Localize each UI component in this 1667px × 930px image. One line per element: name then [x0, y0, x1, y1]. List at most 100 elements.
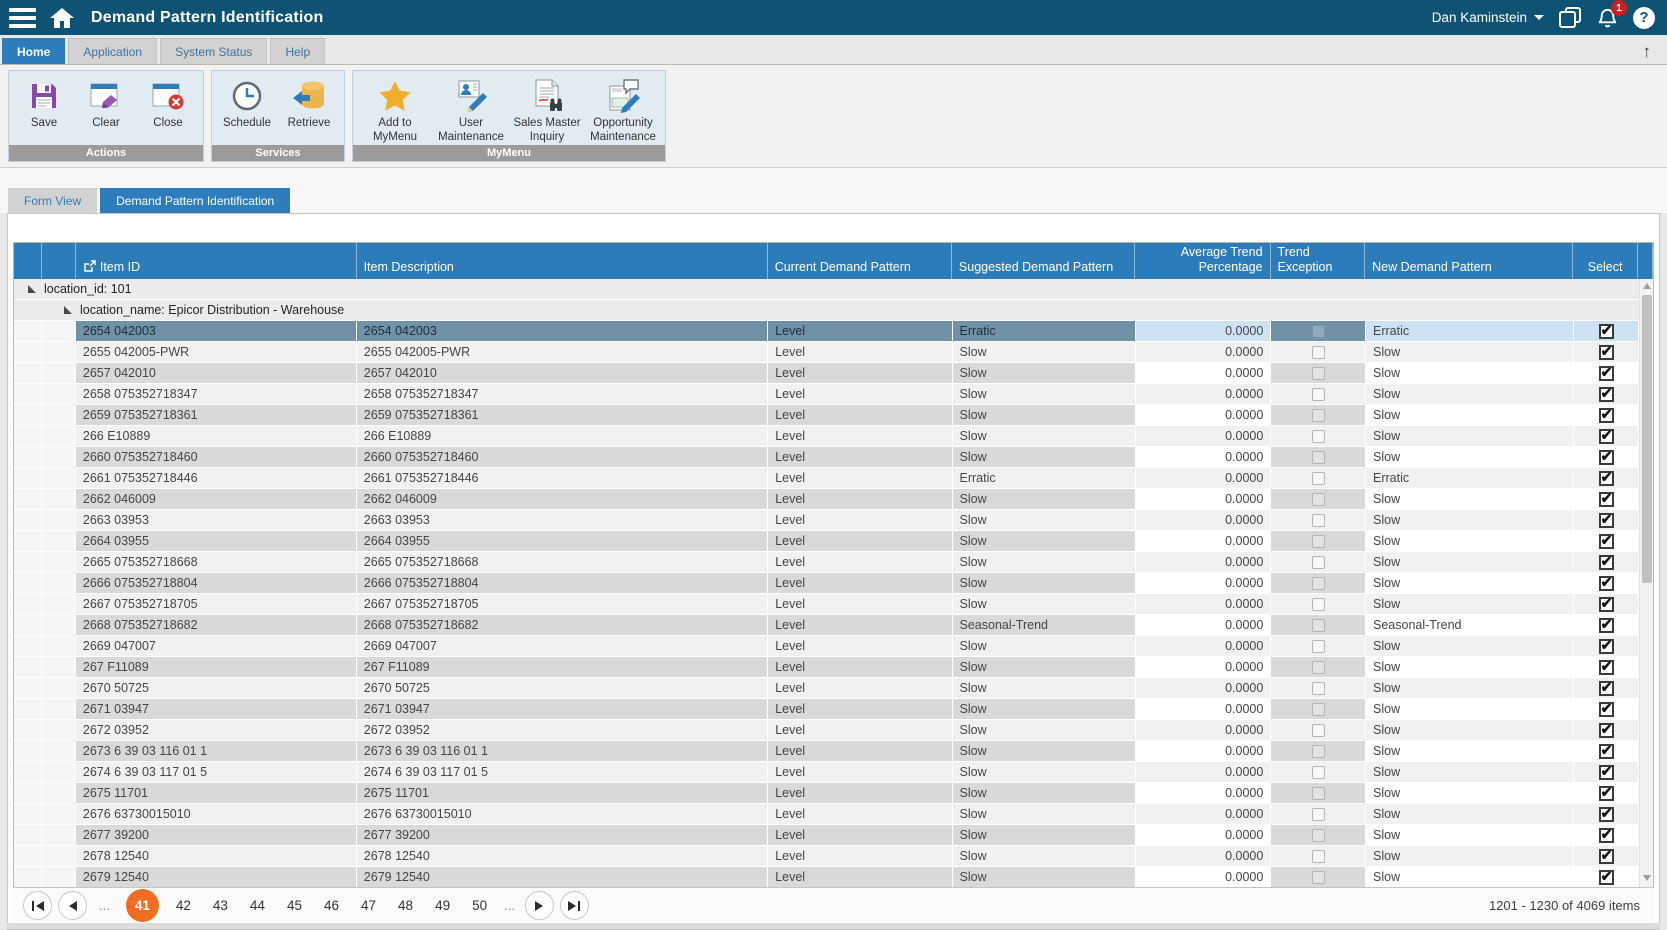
cell-item-id[interactable]: 2666 075352718804 — [76, 573, 357, 593]
cell-item-description[interactable]: 2666 075352718804 — [357, 573, 768, 593]
select-checkbox[interactable] — [1599, 555, 1614, 570]
trend-exception-checkbox[interactable] — [1312, 598, 1325, 611]
cell-new-pattern[interactable]: Slow — [1366, 720, 1574, 740]
cell-suggested-pattern[interactable]: Slow — [953, 636, 1136, 656]
trend-exception-checkbox[interactable] — [1312, 556, 1325, 569]
cell-new-pattern[interactable]: Slow — [1366, 405, 1574, 425]
cell-item-id[interactable]: 2673 6 39 03 116 01 1 — [76, 741, 357, 761]
cell-new-pattern[interactable]: Slow — [1366, 363, 1574, 383]
cell-item-description[interactable]: 2661 075352718446 — [357, 468, 768, 488]
table-row[interactable]: 2668 0753527186822668 075352718682LevelS… — [14, 615, 1653, 636]
tab-help[interactable]: Help — [270, 38, 325, 64]
table-row[interactable]: 2678 125402678 12540LevelSlow0.0000Slow — [14, 846, 1653, 867]
cell-avg-trend[interactable]: 0.0000 — [1136, 510, 1272, 530]
trend-exception-checkbox[interactable] — [1312, 367, 1325, 380]
trend-exception-checkbox[interactable] — [1312, 388, 1325, 401]
cell-current-pattern[interactable]: Level — [768, 804, 952, 824]
table-row[interactable]: 2663 039532663 03953LevelSlow0.0000Slow — [14, 510, 1653, 531]
cell-item-description[interactable]: 2677 39200 — [357, 825, 768, 845]
cell-item-description[interactable]: 2668 075352718682 — [357, 615, 768, 635]
table-row[interactable]: 2661 0753527184462661 075352718446LevelE… — [14, 468, 1653, 489]
page-number-50[interactable]: 50 — [472, 898, 487, 913]
select-checkbox[interactable] — [1599, 492, 1614, 507]
cell-avg-trend[interactable]: 0.0000 — [1136, 678, 1272, 698]
cell-item-description[interactable]: 2672 03952 — [357, 720, 768, 740]
cell-new-pattern[interactable]: Slow — [1366, 531, 1574, 551]
select-checkbox[interactable] — [1599, 639, 1614, 654]
cell-item-id[interactable]: 2662 046009 — [76, 489, 357, 509]
table-row[interactable]: 2672 039522672 03952LevelSlow0.0000Slow — [14, 720, 1653, 741]
table-row[interactable]: 2664 039552664 03955LevelSlow0.0000Slow — [14, 531, 1653, 552]
table-row[interactable]: 2670 507252670 50725LevelSlow0.0000Slow — [14, 678, 1653, 699]
table-row[interactable]: 2662 0460092662 046009LevelSlow0.0000Slo… — [14, 489, 1653, 510]
select-checkbox[interactable] — [1599, 618, 1614, 633]
cell-current-pattern[interactable]: Level — [768, 867, 952, 887]
cell-avg-trend[interactable]: 0.0000 — [1136, 657, 1272, 677]
cell-suggested-pattern[interactable]: Slow — [953, 678, 1136, 698]
trend-exception-checkbox[interactable] — [1312, 514, 1325, 527]
cell-suggested-pattern[interactable]: Slow — [953, 447, 1136, 467]
table-row[interactable]: 2667 0753527187052667 075352718705LevelS… — [14, 594, 1653, 615]
select-checkbox[interactable] — [1599, 744, 1614, 759]
cell-item-id[interactable]: 2659 075352718361 — [76, 405, 357, 425]
cell-avg-trend[interactable]: 0.0000 — [1136, 342, 1272, 362]
cell-new-pattern[interactable]: Erratic — [1366, 468, 1574, 488]
trend-exception-checkbox[interactable] — [1312, 409, 1325, 422]
cell-suggested-pattern[interactable]: Slow — [953, 804, 1136, 824]
cell-new-pattern[interactable]: Slow — [1366, 867, 1574, 887]
cell-avg-trend[interactable]: 0.0000 — [1136, 363, 1272, 383]
column-header-trend-exception[interactable]: Trend Exception — [1271, 243, 1366, 279]
cell-current-pattern[interactable]: Level — [768, 531, 952, 551]
cell-current-pattern[interactable]: Level — [768, 615, 952, 635]
cell-current-pattern[interactable]: Level — [768, 363, 952, 383]
page-number-43[interactable]: 43 — [213, 898, 228, 913]
cell-avg-trend[interactable]: 0.0000 — [1136, 426, 1272, 446]
cell-suggested-pattern[interactable]: Erratic — [953, 321, 1136, 341]
cell-current-pattern[interactable]: Level — [768, 489, 952, 509]
cell-item-description[interactable]: 2675 11701 — [357, 783, 768, 803]
cell-item-id[interactable]: 2661 075352718446 — [76, 468, 357, 488]
select-checkbox[interactable] — [1599, 807, 1614, 822]
view-tab-demand-pattern-identification[interactable]: Demand Pattern Identification — [100, 188, 290, 213]
cell-item-id[interactable]: 2679 12540 — [76, 867, 357, 887]
cell-avg-trend[interactable]: 0.0000 — [1136, 825, 1272, 845]
select-checkbox[interactable] — [1599, 366, 1614, 381]
cell-item-description[interactable]: 2659 075352718361 — [357, 405, 768, 425]
cell-current-pattern[interactable]: Level — [768, 447, 952, 467]
table-row[interactable]: 2658 0753527183472658 075352718347LevelS… — [14, 384, 1653, 405]
cell-item-description[interactable]: 2671 03947 — [357, 699, 768, 719]
tab-home[interactable]: Home — [2, 38, 65, 64]
cell-current-pattern[interactable]: Level — [768, 783, 952, 803]
cell-current-pattern[interactable]: Level — [768, 510, 952, 530]
table-row[interactable]: 2660 0753527184602660 075352718460LevelS… — [14, 447, 1653, 468]
cell-suggested-pattern[interactable]: Slow — [953, 657, 1136, 677]
table-row[interactable]: 2679 125402679 12540LevelSlow0.0000Slow — [14, 867, 1653, 887]
column-header-current-pattern[interactable]: Current Demand Pattern — [768, 243, 952, 279]
trend-exception-checkbox[interactable] — [1312, 766, 1325, 779]
cell-item-description[interactable]: 2660 075352718460 — [357, 447, 768, 467]
cell-new-pattern[interactable]: Slow — [1366, 552, 1574, 572]
user-menu[interactable]: Dan Kaminstein — [1432, 10, 1544, 25]
cell-avg-trend[interactable]: 0.0000 — [1136, 405, 1272, 425]
cell-avg-trend[interactable]: 0.0000 — [1136, 804, 1272, 824]
group-row[interactable]: location_id: 101 — [14, 279, 1653, 300]
cell-item-id[interactable]: 2654 042003 — [76, 321, 357, 341]
clear-button[interactable]: Clear — [77, 75, 135, 131]
cell-suggested-pattern[interactable]: Slow — [953, 363, 1136, 383]
cell-new-pattern[interactable]: Erratic — [1366, 321, 1574, 341]
cell-item-id[interactable]: 2657 042010 — [76, 363, 357, 383]
trend-exception-checkbox[interactable] — [1312, 451, 1325, 464]
cell-avg-trend[interactable]: 0.0000 — [1136, 489, 1272, 509]
cell-current-pattern[interactable]: Level — [768, 657, 952, 677]
cell-item-id[interactable]: 2660 075352718460 — [76, 447, 357, 467]
trend-exception-checkbox[interactable] — [1312, 577, 1325, 590]
page-number-42[interactable]: 42 — [176, 898, 191, 913]
cell-current-pattern[interactable]: Level — [768, 741, 952, 761]
cell-new-pattern[interactable]: Slow — [1366, 447, 1574, 467]
cell-item-description[interactable]: 2655 042005-PWR — [357, 342, 768, 362]
cell-current-pattern[interactable]: Level — [768, 321, 952, 341]
vertical-scrollbar[interactable] — [1639, 279, 1653, 887]
cell-new-pattern[interactable]: Slow — [1366, 657, 1574, 677]
cell-item-id[interactable]: 2658 075352718347 — [76, 384, 357, 404]
trend-exception-checkbox[interactable] — [1312, 472, 1325, 485]
